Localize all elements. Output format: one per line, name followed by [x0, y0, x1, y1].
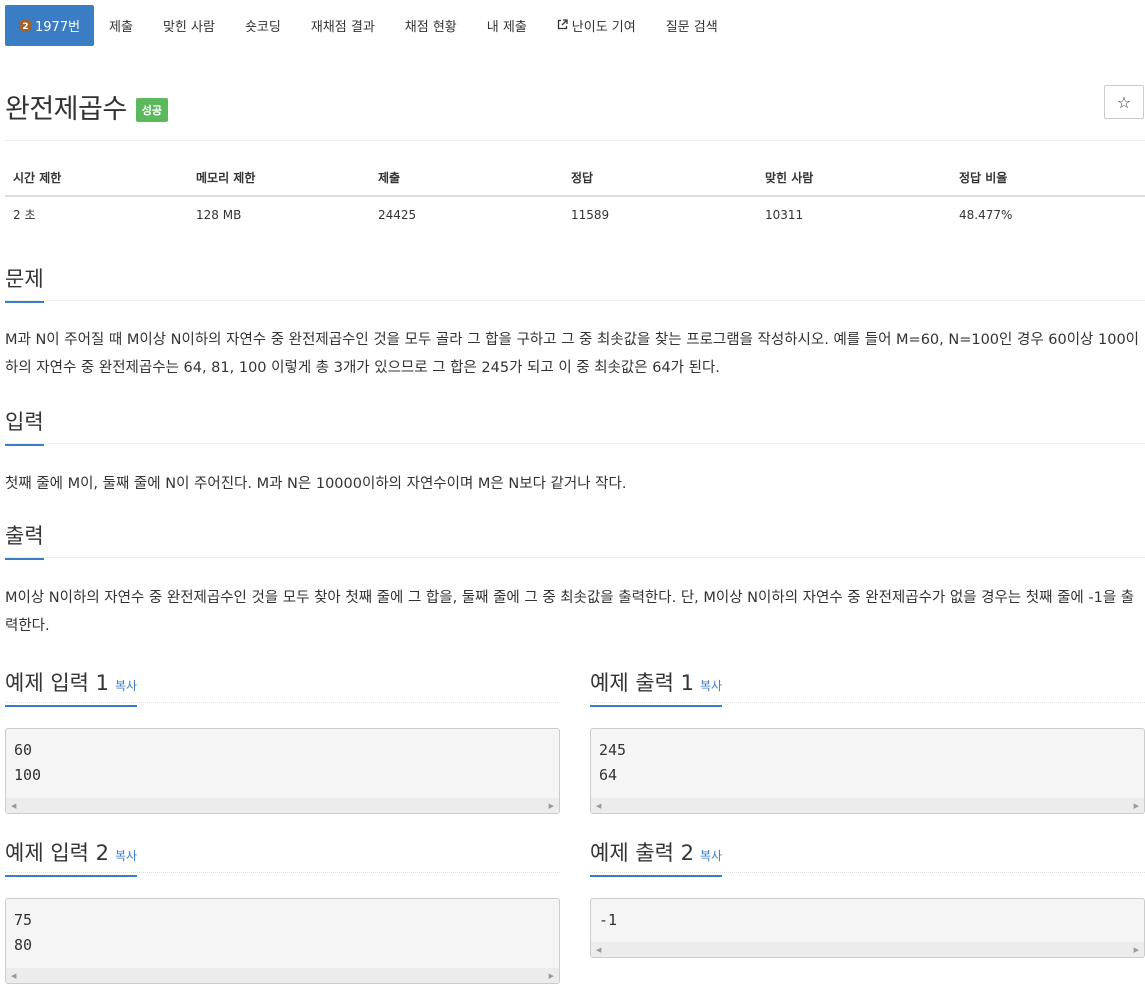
- output-section-heading: 출력: [5, 520, 1145, 560]
- page-title: 완전제곱수: [5, 93, 127, 125]
- sample-title: 예제 출력 1: [590, 671, 694, 695]
- accept-ratio-value: 48.477%: [959, 207, 1013, 222]
- tab-solved-users[interactable]: 맞힌 사람: [148, 5, 230, 46]
- table-row: 2 초 128 MB 24425 11589 10311 48.477%: [5, 196, 1145, 232]
- input-section-heading: 입력: [5, 406, 1145, 446]
- sample-content: 60 100: [14, 741, 42, 784]
- tab-label: 내 제출: [486, 20, 527, 35]
- copy-link[interactable]: 복사: [700, 849, 722, 863]
- problem-description: M과 N이 주어질 때 M이상 N이하의 자연수 중 완전제곱수인 것을 모두 …: [5, 332, 1140, 376]
- tab-rejudge-results[interactable]: 재채점 결과: [296, 5, 390, 46]
- scroll-left-icon[interactable]: ◀: [596, 946, 601, 954]
- divider: [5, 872, 560, 873]
- time-limit-value: 2 초: [13, 208, 36, 222]
- star-icon: ☆: [1116, 92, 1132, 112]
- copy-link[interactable]: 복사: [115, 849, 137, 863]
- sample-output-2-heading: 예제 출력 2 복사: [590, 837, 1145, 877]
- divider: [5, 300, 1145, 301]
- scroll-left-icon[interactable]: ◀: [11, 802, 16, 810]
- svg-text:2: 2: [22, 22, 28, 32]
- sample-output-2-box[interactable]: -1 ◀ ▶: [590, 898, 1145, 958]
- output-description: M이상 N이하의 자연수 중 완전제곱수인 것을 모두 찾아 첫째 줄에 그 합…: [5, 590, 1135, 634]
- status-badge: 성공: [135, 98, 168, 122]
- column-header-accept-ratio: 정답 비율: [951, 160, 1145, 197]
- accepted-value: 11589: [571, 207, 610, 222]
- problem-tab-bar: 2 1977번 제출 맞힌 사람 숏코딩 재채점 결과 채점 현황 내 제출 난…: [5, 5, 733, 46]
- horizontal-scrollbar[interactable]: ◀ ▶: [6, 798, 559, 813]
- tab-submit[interactable]: 제출: [94, 5, 148, 46]
- rank-badge-icon: 2: [19, 18, 32, 33]
- scroll-right-icon[interactable]: ▶: [549, 802, 554, 810]
- tab-judge-status[interactable]: 채점 현황: [390, 5, 472, 46]
- problem-section-heading: 문제: [5, 263, 1145, 303]
- sample-content: -1: [599, 911, 618, 929]
- scroll-right-icon[interactable]: ▶: [1134, 946, 1139, 954]
- problem-info-table: 시간 제한 메모리 제한 제출 정답 맞힌 사람 정답 비율 2 초 128 M…: [5, 160, 1145, 232]
- divider: [590, 872, 1145, 873]
- sample-title: 예제 입력 1: [5, 671, 109, 695]
- sample-content: 245 64: [599, 741, 627, 784]
- section-title: 입력: [5, 406, 44, 446]
- tab-problem-number[interactable]: 2 1977번: [5, 5, 95, 46]
- input-description: 첫째 줄에 M이, 둘째 줄에 N이 주어진다. M과 N은 10000이하의 …: [5, 476, 627, 492]
- tab-label: 채점 현황: [404, 20, 457, 35]
- sample-input-1-box[interactable]: 60 100 ◀ ▶: [5, 728, 560, 814]
- sample-title: 예제 입력 2: [5, 841, 109, 865]
- sample-input-2-box[interactable]: 75 80 ◀ ▶: [5, 898, 560, 984]
- favorite-button[interactable]: ☆: [1104, 85, 1144, 119]
- scroll-right-icon[interactable]: ▶: [549, 972, 554, 980]
- scroll-right-icon[interactable]: ▶: [1134, 802, 1139, 810]
- column-header-solved-users: 맞힌 사람: [757, 160, 951, 197]
- scroll-left-icon[interactable]: ◀: [11, 972, 16, 980]
- sample-title: 예제 출력 2: [590, 841, 694, 865]
- tab-my-submissions[interactable]: 내 제출: [472, 5, 542, 46]
- tab-label: 재채점 결과: [310, 20, 375, 35]
- horizontal-scrollbar[interactable]: ◀ ▶: [591, 942, 1144, 957]
- tab-label: 난이도 기여: [571, 20, 636, 35]
- divider: [5, 140, 1145, 141]
- section-title: 문제: [5, 263, 44, 303]
- sample-input-1-heading: 예제 입력 1 복사: [5, 667, 560, 707]
- divider: [590, 702, 1145, 703]
- divider: [5, 702, 560, 703]
- problem-title-row: 완전제곱수 성공 ☆: [5, 85, 1145, 126]
- sample-output-1-heading: 예제 출력 1 복사: [590, 667, 1145, 707]
- scroll-left-icon[interactable]: ◀: [596, 802, 601, 810]
- table-header-row: 시간 제한 메모리 제한 제출 정답 맞힌 사람 정답 비율: [5, 160, 1145, 197]
- memory-limit-value: 128 MB: [196, 207, 242, 222]
- horizontal-scrollbar[interactable]: ◀ ▶: [6, 968, 559, 983]
- tab-question-search[interactable]: 질문 검색: [651, 5, 733, 46]
- tab-label: 1977번: [35, 20, 81, 35]
- tab-label: 질문 검색: [665, 20, 718, 35]
- column-header-time-limit: 시간 제한: [5, 160, 188, 197]
- copy-link[interactable]: 복사: [700, 679, 722, 693]
- divider: [5, 557, 1145, 558]
- tab-label: 숏코딩: [244, 20, 281, 35]
- tab-label: 제출: [109, 20, 133, 35]
- tab-short-coding[interactable]: 숏코딩: [230, 5, 296, 46]
- copy-link[interactable]: 복사: [115, 679, 137, 693]
- column-header-accepted: 정답: [563, 160, 757, 197]
- solved-users-value: 10311: [765, 207, 804, 222]
- divider: [5, 443, 1145, 444]
- sample-content: 75 80: [14, 911, 33, 954]
- column-header-memory-limit: 메모리 제한: [188, 160, 370, 197]
- sample-input-2-heading: 예제 입력 2 복사: [5, 837, 560, 877]
- submissions-value: 24425: [378, 207, 417, 222]
- external-link-icon: [557, 18, 568, 33]
- tab-label: 맞힌 사람: [162, 20, 215, 35]
- sample-output-1-box[interactable]: 245 64 ◀ ▶: [590, 728, 1145, 814]
- column-header-submissions: 제출: [370, 160, 563, 197]
- section-title: 출력: [5, 520, 44, 560]
- horizontal-scrollbar[interactable]: ◀ ▶: [591, 798, 1144, 813]
- tab-difficulty-contribution[interactable]: 난이도 기여: [542, 5, 651, 46]
